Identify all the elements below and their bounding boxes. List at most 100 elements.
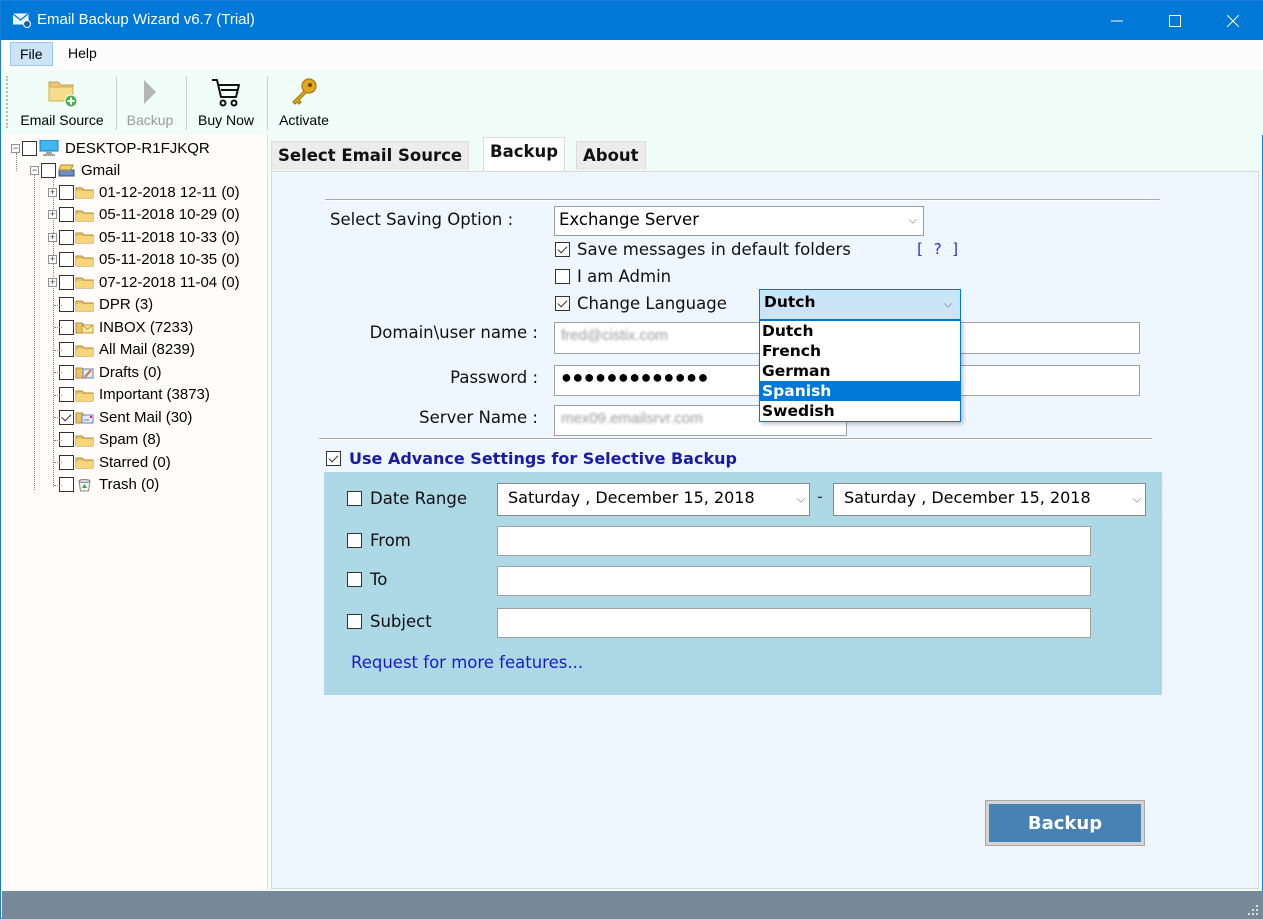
tree-node-label: Starred (0)	[99, 453, 171, 471]
tree-node-folder[interactable]: Spam (8)	[59, 429, 161, 451]
tree-node-folder[interactable]: INBOX (7233)	[59, 316, 193, 338]
save-default-folders-checkbox[interactable]	[555, 242, 570, 257]
subject-checkbox[interactable]	[347, 614, 362, 629]
tree-node-label: Gmail	[81, 161, 121, 179]
maximize-icon	[1169, 14, 1181, 27]
to-option[interactable]: To	[347, 570, 387, 589]
maximize-button[interactable]	[1146, 1, 1204, 40]
folder-icon	[75, 435, 94, 446]
status-bar	[2, 891, 1263, 919]
expand-icon[interactable]: +	[48, 232, 57, 242]
folder-checkbox[interactable]	[59, 207, 74, 222]
collapse-icon[interactable]: −	[30, 165, 39, 175]
chevron-down-icon: ⌵	[908, 213, 917, 227]
tab-about[interactable]: About	[576, 141, 646, 170]
collapse-icon[interactable]: −	[11, 143, 20, 153]
mail-stack-icon	[58, 164, 75, 177]
advanced-settings-checkbox[interactable]	[326, 451, 341, 466]
date-range-option[interactable]: Date Range	[347, 489, 467, 508]
admin-option[interactable]: I am Admin	[555, 267, 671, 286]
folder-checkbox[interactable]	[59, 274, 74, 290]
gmail-checkbox[interactable]	[41, 162, 56, 178]
tree-node-folder[interactable]: +07-12-2018 11-04 (0)	[48, 271, 240, 293]
tree-node-label: 05-11-2018 10-35 (0)	[99, 251, 240, 268]
admin-label: I am Admin	[577, 267, 672, 286]
password-value: ●●●●●●●●●●●●●	[561, 367, 709, 387]
tree-node-folder[interactable]: Sent Mail (30)	[59, 406, 192, 428]
minimize-button[interactable]	[1088, 1, 1146, 40]
language-option-french[interactable]: French	[760, 341, 960, 361]
resize-grip-icon[interactable]	[1247, 904, 1259, 916]
change-language-option[interactable]: Change Language	[555, 294, 727, 313]
language-option-dutch[interactable]: Dutch	[760, 321, 960, 341]
date-from-picker[interactable]: Saturday , December 15, 2018 ⌵	[497, 483, 810, 516]
change-language-checkbox[interactable]	[555, 296, 570, 311]
advanced-settings-box: Date Range Saturday , December 15, 2018 …	[324, 472, 1162, 695]
chevron-down-icon: ⌵	[943, 296, 952, 310]
advanced-settings-option[interactable]: Use Advance Settings for Selective Backu…	[326, 449, 737, 468]
folder-checkbox[interactable]	[59, 184, 74, 200]
expand-icon[interactable]: +	[48, 255, 57, 264]
admin-checkbox[interactable]	[555, 269, 570, 284]
backup-button[interactable]: Backup	[985, 800, 1145, 846]
backup-toolbar-button[interactable]: Backup	[120, 74, 180, 132]
tab-backup[interactable]: Backup	[483, 137, 566, 171]
tree-node-folder[interactable]: Starred (0)	[59, 451, 171, 473]
tree-node-label: Trash (0)	[99, 476, 160, 493]
minimize-icon	[1111, 20, 1123, 21]
folder-checkbox[interactable]	[59, 229, 74, 245]
expand-icon[interactable]: +	[48, 210, 57, 219]
root-checkbox[interactable]	[22, 140, 37, 156]
saving-option-select[interactable]: Exchange Server ⌵	[554, 206, 924, 236]
tree-node-folder[interactable]: Important (3873)	[59, 384, 210, 406]
from-option[interactable]: From	[347, 531, 411, 550]
tree-node-folder[interactable]: +05-11-2018 10-29 (0)	[48, 204, 240, 226]
folder-icon	[75, 210, 94, 221]
save-default-folders-option[interactable]: Save messages in default folders	[555, 240, 851, 259]
tree-line	[54, 394, 62, 396]
tree-node-root[interactable]: − DESKTOP-R1FJKQR	[11, 137, 210, 159]
buy-now-button[interactable]: Buy Now	[192, 74, 260, 132]
to-input[interactable]	[497, 566, 1091, 596]
expand-icon[interactable]: +	[48, 277, 57, 287]
from-input[interactable]	[497, 526, 1091, 556]
date-to-picker[interactable]: Saturday , December 15, 2018 ⌵	[833, 483, 1146, 516]
close-button[interactable]	[1204, 1, 1262, 40]
tree-node-label: DPR (3)	[99, 296, 154, 313]
to-checkbox[interactable]	[347, 572, 362, 587]
request-more-features-link[interactable]: Request for more features...	[351, 653, 583, 672]
tree-node-folder[interactable]: Trash (0)	[59, 474, 159, 496]
toolbar-grip[interactable]	[6, 76, 8, 128]
date-range-checkbox[interactable]	[347, 491, 362, 506]
tree-node-folder[interactable]: +01-12-2018 12-11 (0)	[48, 181, 240, 203]
subject-input[interactable]	[497, 608, 1091, 638]
language-option-swedish[interactable]: Swedish	[760, 401, 960, 421]
tree-node-folder[interactable]: +05-11-2018 10-35 (0)	[48, 249, 240, 271]
play-icon	[144, 80, 156, 104]
activate-button[interactable]: Activate	[272, 74, 336, 132]
chevron-down-icon: ⌵	[1130, 491, 1141, 506]
folder-icon	[75, 390, 94, 401]
tree-node-label: INBOX (7233)	[99, 318, 194, 336]
from-checkbox[interactable]	[347, 533, 362, 548]
tree-node-folder[interactable]: Drafts (0)	[59, 361, 162, 383]
menu-file[interactable]: File	[10, 42, 53, 66]
change-language-label: Change Language	[577, 294, 727, 313]
tree-node-folder[interactable]: +05-11-2018 10-33 (0)	[48, 226, 240, 248]
language-option-spanish[interactable]: Spanish	[760, 381, 960, 401]
tree-node-gmail[interactable]: − Gmail	[30, 159, 120, 181]
menu-help[interactable]: Help	[59, 42, 106, 66]
toolbar: Email Source Backup Buy Now Activate	[2, 70, 1263, 135]
help-link[interactable]: [ ? ]	[915, 240, 960, 258]
tab-select-email-source[interactable]: Select Email Source	[271, 141, 470, 170]
tree-node-folder[interactable]: All Mail (8239)	[59, 339, 195, 361]
expand-icon[interactable]: +	[48, 187, 57, 197]
folder-checkbox[interactable]	[59, 252, 74, 267]
subject-option[interactable]: Subject	[347, 612, 432, 631]
language-select[interactable]: Dutch ⌵	[759, 289, 961, 320]
tree-node-folder[interactable]: DPR (3)	[59, 294, 153, 316]
toolbar-separator	[186, 76, 187, 130]
email-source-button[interactable]: Email Source	[14, 74, 110, 132]
tree-node-label: Sent Mail (30)	[99, 408, 193, 426]
language-option-german[interactable]: German	[760, 361, 960, 381]
